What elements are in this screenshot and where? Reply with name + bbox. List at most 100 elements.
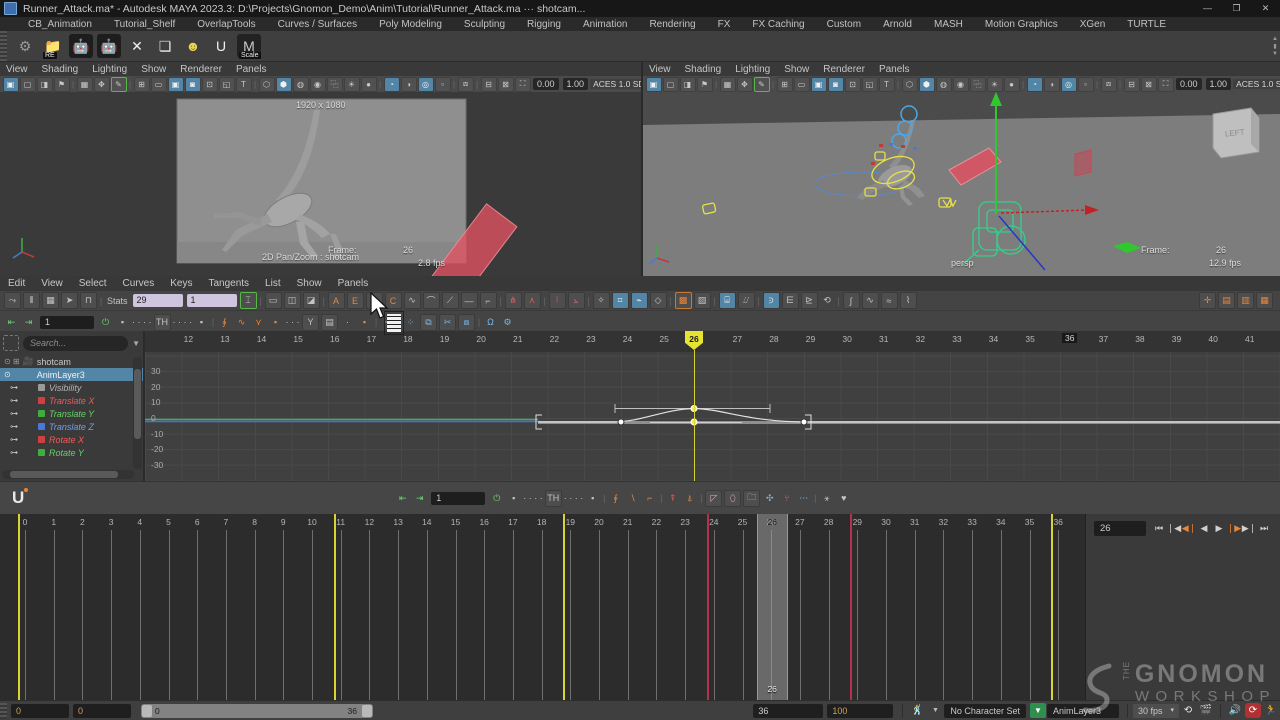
viewport-menu-lighting[interactable]: Lighting (735, 64, 770, 75)
auto-snap-icon[interactable]: ✧ (593, 292, 610, 309)
time-slider[interactable]: 0123456789101112131415161718192021222324… (0, 514, 1086, 700)
dof-icon[interactable]: ▫ (1078, 77, 1094, 92)
exposure-field[interactable]: 0.00 (1176, 78, 1202, 90)
value-snap-icon[interactable]: ⌁ (631, 292, 648, 309)
channel-row-translate-y[interactable]: ⊶Translate Y (0, 407, 143, 420)
select-camera-icon[interactable]: ▣ (3, 77, 19, 92)
gamma-field[interactable]: 1.00 (563, 78, 589, 90)
channel-row-translate-z[interactable]: ⊶Translate Z (0, 420, 143, 433)
stats-frame-field[interactable]: 29 (133, 294, 183, 307)
search-dropdown-icon[interactable]: ▼ (132, 339, 140, 348)
clapperboard-icon[interactable]: 🎬 (1198, 703, 1214, 718)
image-plane-icon[interactable]: ▦ (720, 77, 736, 92)
retime-settings-icon[interactable]: ⚙ (500, 315, 515, 330)
shelf-tab-custom[interactable]: Custom (827, 19, 861, 30)
dof-icon[interactable]: ▫ (435, 77, 451, 92)
unify-tangents-icon[interactable]: ⋏ (524, 292, 541, 309)
buffer-snapshot-icon[interactable]: ⪾ (763, 292, 780, 309)
close-button[interactable]: ✕ (1251, 0, 1280, 17)
view-transform-label[interactable]: ACES 1.0 SDR- (1233, 79, 1280, 89)
tangent-clamped-icon[interactable]: ⌒ (423, 292, 440, 309)
xray-icon[interactable]: ⿻ (970, 77, 986, 92)
lock-camera-icon[interactable]: ▢ (663, 77, 679, 92)
lasso-icon[interactable]: ⬯ (724, 490, 741, 507)
slider-dot-icon[interactable]: ▪ (194, 315, 209, 330)
shelf-squares-icon[interactable]: ❏ (153, 34, 177, 58)
left-viewport-canvas[interactable]: 1920 x 1080 2D Pan/Zoom : shotcam Frame:… (0, 92, 641, 276)
heart-icon[interactable]: ♥ (836, 491, 851, 506)
aa-icon[interactable]: ◎ (1061, 77, 1077, 92)
shelf-tab-motion-graphics[interactable]: Motion Graphics (985, 19, 1058, 30)
graph-menu-panels[interactable]: Panels (338, 278, 369, 289)
mid-frame-field[interactable]: 1 (431, 492, 485, 505)
untemplate-channel-icon[interactable]: ▨ (694, 292, 711, 309)
speaker-icon[interactable]: 🔊 (1227, 703, 1243, 718)
motion-blur-icon[interactable]: ◑ (401, 77, 417, 92)
pane-pop-icon[interactable]: ⊠ (498, 77, 514, 92)
insert-keys-icon[interactable]: ⫴ (23, 292, 40, 309)
shelf-folder-re-icon[interactable]: 📁RE (41, 34, 65, 58)
stacked-view-icon[interactable]: ◫ (284, 292, 301, 309)
viewport-menu-renderer[interactable]: Renderer (180, 64, 222, 75)
next-key-icon[interactable]: ⇥ (412, 491, 427, 506)
wireframe-icon[interactable]: ⬡ (259, 77, 275, 92)
viewport-menu-panels[interactable]: Panels (879, 64, 910, 75)
curve-bake-icon[interactable]: ⌇ (900, 292, 917, 309)
channel-row-rotate-y[interactable]: ⊶Rotate Y (0, 446, 143, 459)
anim-start-field[interactable]: 0 (11, 704, 69, 718)
graph-menu-view[interactable]: View (41, 278, 63, 289)
outliner-vertical-scrollbar[interactable] (133, 357, 142, 469)
anim-layer-select[interactable]: AnimLayer3 (1047, 704, 1119, 718)
show-buffer-icon[interactable]: ⊵ (801, 292, 818, 309)
character-set-select[interactable]: No Character Set (944, 704, 1026, 718)
film-gate-icon[interactable]: ▭ (151, 77, 167, 92)
graph-menu-keys[interactable]: Keys (170, 278, 192, 289)
enable-anim-icon[interactable]: ⏻ (489, 491, 504, 506)
field-chart-icon[interactable]: ⊡ (845, 77, 861, 92)
safe-title-icon[interactable]: T (879, 77, 895, 92)
ssao-icon[interactable]: ◔ (1027, 77, 1043, 92)
shelf-grip[interactable] (0, 31, 7, 61)
shelf-tab-fx[interactable]: FX (718, 19, 731, 30)
graph-menu-show[interactable]: Show (297, 278, 322, 289)
playback-end-field[interactable]: 36 (753, 704, 823, 718)
grid-icon[interactable]: ⊞ (134, 77, 150, 92)
shelf-cross-tool-icon[interactable]: ✕ (125, 34, 149, 58)
step-forward-frame-button[interactable]: ▶❘ (1242, 520, 1256, 537)
ghost-pre-icon[interactable]: ⍒ (665, 491, 680, 506)
dots-icon[interactable]: · · · (285, 315, 300, 330)
viewport-menu-show[interactable]: Show (141, 64, 166, 75)
maximize-button[interactable]: ❐ (1222, 0, 1251, 17)
lock-camera-icon[interactable]: ▢ (20, 77, 36, 92)
stats-value-field[interactable]: 1 (187, 294, 237, 307)
2d-pan-zoom-icon[interactable]: ✥ (94, 77, 110, 92)
curve-filter-icon[interactable]: ≈ (881, 292, 898, 309)
safe-action-icon[interactable]: ◱ (862, 77, 878, 92)
shelf-tab-mash[interactable]: MASH (934, 19, 963, 30)
bookmark-icon[interactable]: ⚑ (697, 77, 713, 92)
shaded-icon[interactable]: ⬢ (276, 77, 292, 92)
pre-cycle-icon[interactable]: ∮ (217, 315, 232, 330)
curve-resample-icon[interactable]: ∿ (862, 292, 879, 309)
free-tangent-weight-icon[interactable]: ⦚ (549, 292, 566, 309)
viewport-menu-lighting[interactable]: Lighting (92, 64, 127, 75)
select-box-icon[interactable]: ◸ (705, 490, 722, 507)
textured-icon[interactable]: ◍ (936, 77, 952, 92)
list-values-icon[interactable]: ▤ (321, 314, 338, 331)
paste-special-icon[interactable]: ⁘ (403, 315, 418, 330)
lattice-deform-keys-icon[interactable]: ▦ (42, 292, 59, 309)
graph-menu-tangents[interactable]: Tangents (208, 278, 249, 289)
viewport-menu-panels[interactable]: Panels (236, 64, 267, 75)
res-gate-icon[interactable]: ▣ (168, 77, 184, 92)
field-chart-icon[interactable]: ⊡ (202, 77, 218, 92)
dots-icon[interactable]: · · · · (173, 315, 193, 330)
layout-split-icon[interactable]: ▥ (1237, 292, 1254, 309)
grid-snap-icon[interactable]: ◇ (650, 292, 667, 309)
buffer-swap-icon[interactable]: ⋿ (782, 292, 799, 309)
ssao-icon[interactable]: ◔ (384, 77, 400, 92)
pane-max-icon[interactable]: ⛶ (1158, 77, 1174, 92)
post-infinity-icon[interactable]: ∖ (625, 491, 640, 506)
pane-layout-icon[interactable]: ⊟ (1124, 77, 1140, 92)
wireframe-icon[interactable]: ⬡ (902, 77, 918, 92)
shadows-icon[interactable]: ● (1004, 77, 1020, 92)
